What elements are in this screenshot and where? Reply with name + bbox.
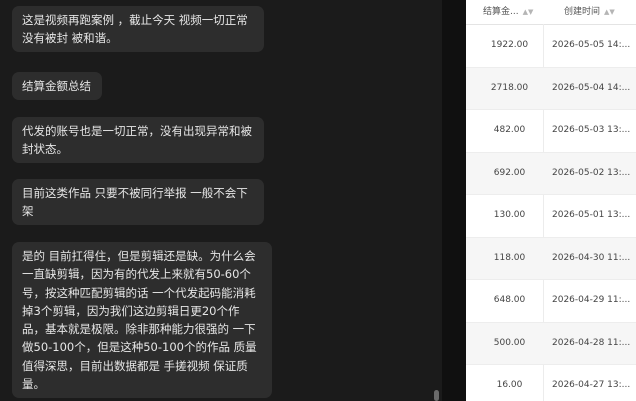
table-body: 1922.00 2026-05-05 14:... 2718.00 2026-05-0… — [466, 25, 636, 401]
created-time-cell: 2026-05-02 13:... — [552, 167, 631, 178]
table-row[interactable]: 2718.00 2026-05-04 14:... — [466, 67, 636, 110]
message-bubble-4[interactable]: 目前这类作品 只要不被同行举报 一般不会下架 — [12, 179, 264, 225]
created-time-cell: 2026-04-29 11:... — [552, 295, 631, 305]
column-header-label: 结算金... — [483, 7, 519, 17]
created-time-cell: 2026-05-04 14:... — [552, 82, 631, 93]
message-text: 结算金额总结 — [22, 79, 91, 93]
message-bubble-2[interactable]: 结算金额总结 — [12, 72, 102, 100]
amount-cell: 2718.00 — [490, 82, 529, 93]
created-time-cell: 2026-05-01 13:... — [552, 210, 631, 220]
table-row[interactable]: 130.00 2026-05-01 13:... — [466, 195, 636, 238]
column-header-time[interactable]: 创建时间 ▲▼ — [543, 0, 636, 24]
created-time-cell: 2026-04-30 11:... — [552, 252, 631, 263]
table-row[interactable]: 1922.00 2026-05-05 14:... — [466, 25, 636, 68]
amount-cell: 648.00 — [493, 295, 526, 305]
amount-cell: 16.00 — [496, 380, 523, 390]
amount-cell: 482.00 — [493, 125, 526, 135]
table-row[interactable]: 16.00 2026-04-27 13:... — [466, 365, 636, 401]
message-bubble-3[interactable]: 代发的账号也是一切正常，没有出现异常和被封状态。 — [12, 117, 264, 163]
table-row[interactable]: 500.00 2026-04-28 11:... — [466, 322, 636, 365]
created-time-cell: 2026-05-05 14:... — [552, 40, 631, 50]
message-text: 这是视频再跑案例 ，截止今天 视频一切正常没有被封 被和谐。 — [22, 13, 248, 45]
amount-cell: 500.00 — [493, 337, 526, 348]
column-header-amount[interactable]: 结算金... ▲▼ — [466, 0, 543, 24]
amount-cell: 692.00 — [493, 167, 526, 178]
created-time-cell: 2026-05-03 13:... — [552, 125, 631, 135]
created-time-cell: 2026-04-27 13:... — [552, 380, 631, 390]
table-row[interactable]: 118.00 2026-04-30 11:... — [466, 237, 636, 280]
message-bubble-5[interactable]: 是的 目前扛得住，但是剪辑还是缺。为什么会一直缺剪辑，因为有的代发上来就有50-… — [12, 242, 272, 399]
message-text: 目前这类作品 只要不被同行举报 一般不会下架 — [22, 186, 248, 218]
settlement-table: 结算金... ▲▼ 创建时间 ▲▼ 1922.00 2026-05-05 14:...… — [466, 0, 636, 401]
column-header-label: 创建时间 — [564, 7, 601, 17]
table-row[interactable]: 692.00 2026-05-02 13:... — [466, 152, 636, 195]
message-text: 代发的账号也是一切正常，没有出现异常和被封状态。 — [22, 124, 252, 156]
panel-divider — [442, 0, 466, 401]
sort-icon[interactable]: ▲▼ — [604, 8, 615, 16]
message-bubble-1[interactable]: 这是视频再跑案例 ，截止今天 视频一切正常没有被封 被和谐。 — [12, 6, 264, 52]
amount-cell: 130.00 — [493, 210, 526, 220]
amount-cell: 1922.00 — [490, 40, 529, 50]
chat-scrollbar[interactable] — [431, 0, 441, 401]
message-text: 是的 目前扛得住，但是剪辑还是缺。为什么会一直缺剪辑，因为有的代发上来就有50-… — [22, 249, 257, 392]
amount-cell: 118.00 — [493, 252, 526, 263]
created-time-cell: 2026-04-28 11:... — [552, 337, 631, 348]
table-header: 结算金... ▲▼ 创建时间 ▲▼ — [466, 0, 636, 25]
chat-panel: 这是视频再跑案例 ，截止今天 视频一切正常没有被封 被和谐。 结算金额总结 代发… — [0, 0, 442, 401]
chat-scrollbar-thumb[interactable] — [434, 390, 439, 401]
table-row[interactable]: 648.00 2026-04-29 11:... — [466, 280, 636, 323]
sort-icon[interactable]: ▲▼ — [523, 8, 534, 16]
table-row[interactable]: 482.00 2026-05-03 13:... — [466, 110, 636, 153]
